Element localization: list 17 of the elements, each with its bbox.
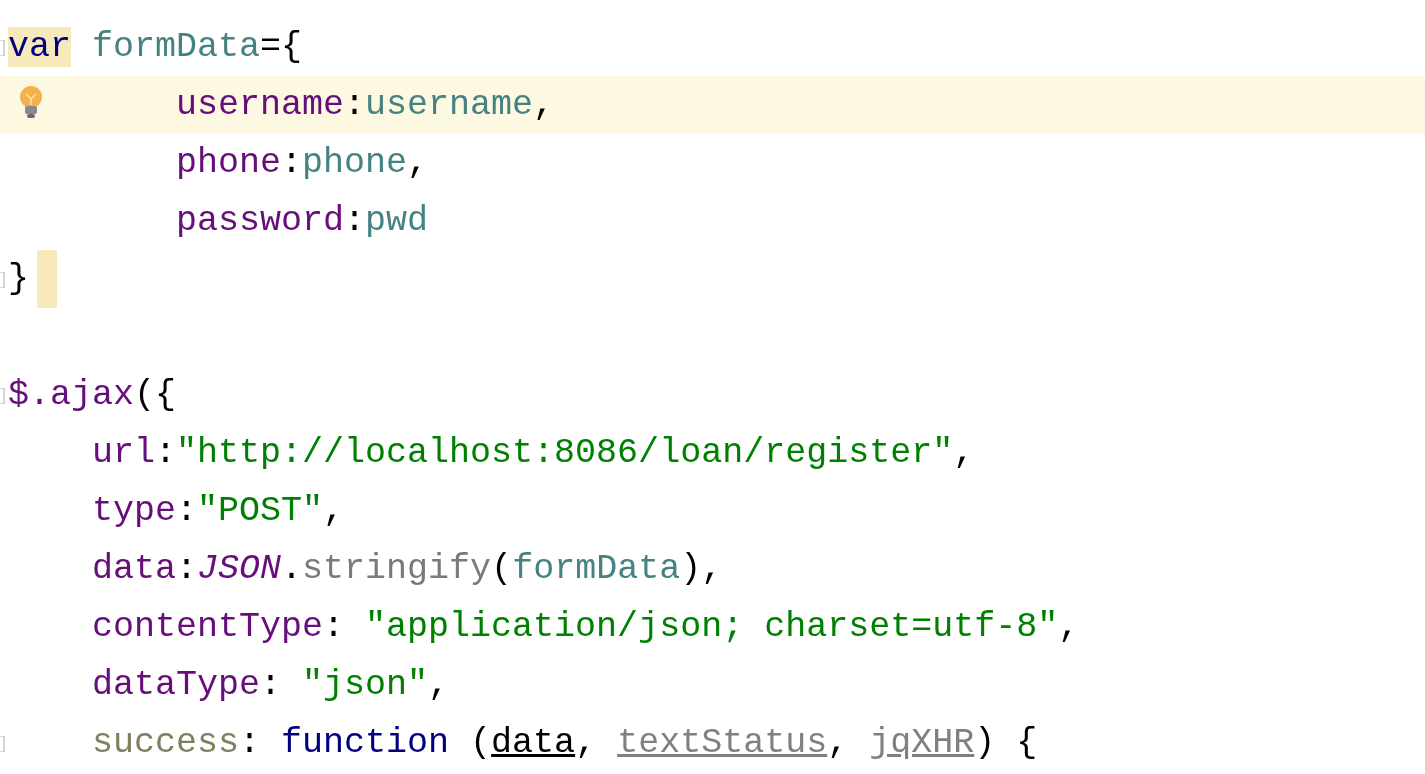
code-line: password:pwd bbox=[176, 200, 429, 243]
code-line: $.ajax({ bbox=[8, 374, 177, 417]
code-line: } bbox=[8, 258, 29, 301]
fold-marker-icon[interactable] bbox=[0, 40, 5, 56]
fold-marker-icon[interactable] bbox=[0, 272, 5, 288]
code-line: username:username, bbox=[176, 84, 555, 127]
code-line: contentType: "application/json; charset=utf-8", bbox=[92, 606, 1080, 649]
code-line: dataType: "json", bbox=[92, 664, 450, 707]
fold-marker-icon[interactable] bbox=[0, 388, 5, 404]
code-line: type:"POST", bbox=[92, 490, 345, 533]
code-line: success: function (data, textStatus, jqXHR) { bbox=[92, 722, 1038, 765]
code-line: phone:phone, bbox=[176, 142, 429, 185]
code-line: data:JSON.stringify(formData), bbox=[92, 548, 723, 591]
lightbulb-icon[interactable] bbox=[17, 85, 45, 119]
code-line: url:"http://localhost:8086/loan/register", bbox=[92, 432, 975, 475]
code-line: var formData={ bbox=[8, 26, 303, 69]
fold-marker-icon[interactable] bbox=[0, 736, 5, 752]
